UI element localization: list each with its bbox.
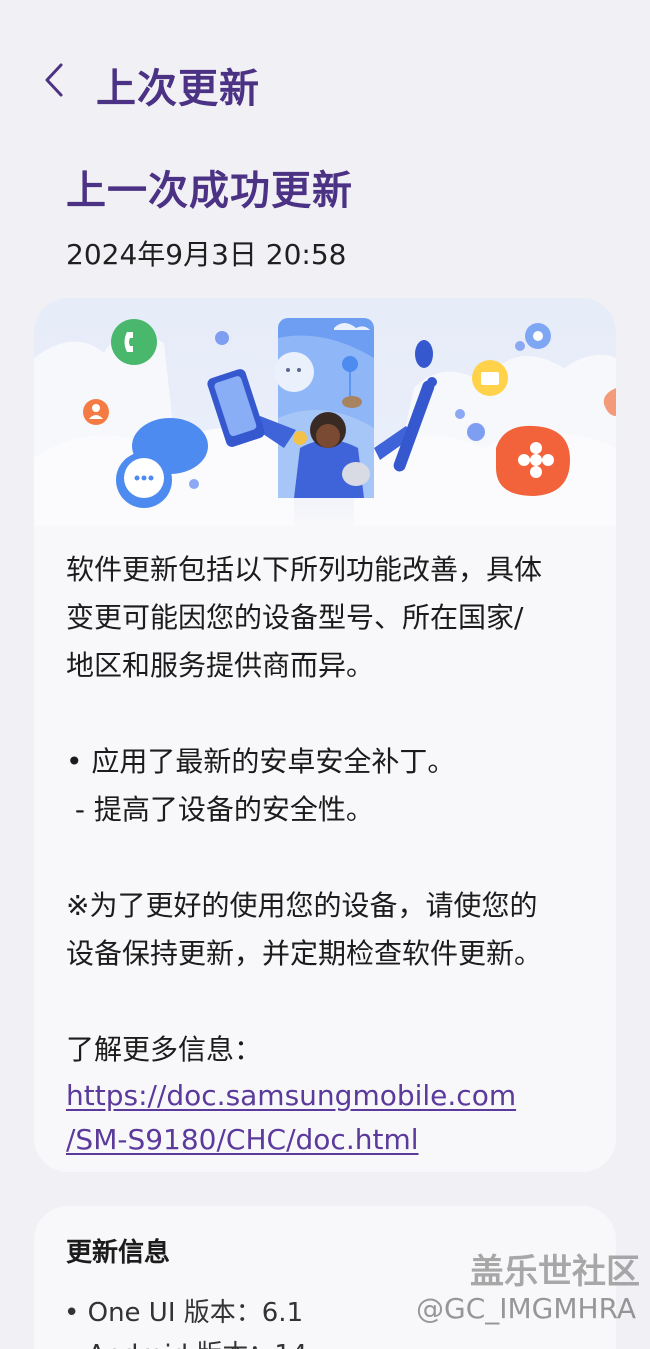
page-title: 上次更新 <box>96 66 260 112</box>
notes-bullet-security-patch: • 应用了最新的安卓安全补丁。 <box>66 745 456 778</box>
app-header: 上次更新 <box>0 48 650 118</box>
notes-sub-bullet-security: - 提高了设备的安全性。 <box>66 793 374 826</box>
more-info-link[interactable]: https://doc.samsungmobile.com /SM-S9180/… <box>66 1074 590 1162</box>
illustration-graphic <box>34 318 616 526</box>
one-ui-version: • One UI 版本：6.1 <box>64 1298 304 1328</box>
chevron-left-icon <box>45 63 63 97</box>
last-success-title: 上一次成功更新 <box>66 168 353 214</box>
update-illustration <box>34 298 616 526</box>
android-version: • Android 版本：14 <box>64 1334 307 1349</box>
watermark-user: @GC_IMGMHRA <box>416 1292 637 1325</box>
notes-intro-line: 变更可能因您的设备型号、所在国家/ <box>66 601 524 634</box>
profile-icon <box>83 399 109 425</box>
flower-app-icon <box>496 425 570 496</box>
last-update-date: 2024年9月3日 20:58 <box>66 238 347 271</box>
notes-intro-line: 地区和服务提供商而异。 <box>66 649 375 682</box>
watermark-brand: 盖乐世社区 <box>470 1252 640 1292</box>
phone-call-icon <box>111 319 157 365</box>
folder-icon <box>472 360 508 396</box>
update-notes-card: 软件更新包括以下所列功能改善，具体 变更可能因您的设备型号、所在国家/ 地区和服… <box>34 298 616 1172</box>
update-history-screen: 上次更新 上一次成功更新 2024年9月3日 20:58 软件更新包括以下所列功… <box>0 0 650 1349</box>
update-info-title: 更新信息 <box>66 1238 171 1268</box>
notes-intro-line: 软件更新包括以下所列功能改善，具体 <box>66 553 543 586</box>
more-info-link-line[interactable]: /SM-S9180/CHC/doc.html <box>66 1123 419 1156</box>
sun-icon <box>274 352 314 392</box>
more-info-link-line[interactable]: https://doc.samsungmobile.com <box>66 1079 516 1112</box>
release-notes-text: 软件更新包括以下所列功能改善，具体 变更可能因您的设备型号、所在国家/ 地区和服… <box>66 546 590 1162</box>
notes-tip-line: ※为了更好的使用您的设备，请使您的 <box>66 889 538 922</box>
notes-tip-line: 设备保持更新，并定期检查软件更新。 <box>66 937 543 970</box>
settings-gear-icon <box>525 323 551 349</box>
more-info-label: 了解更多信息： <box>66 1033 263 1066</box>
back-button[interactable] <box>34 58 74 102</box>
